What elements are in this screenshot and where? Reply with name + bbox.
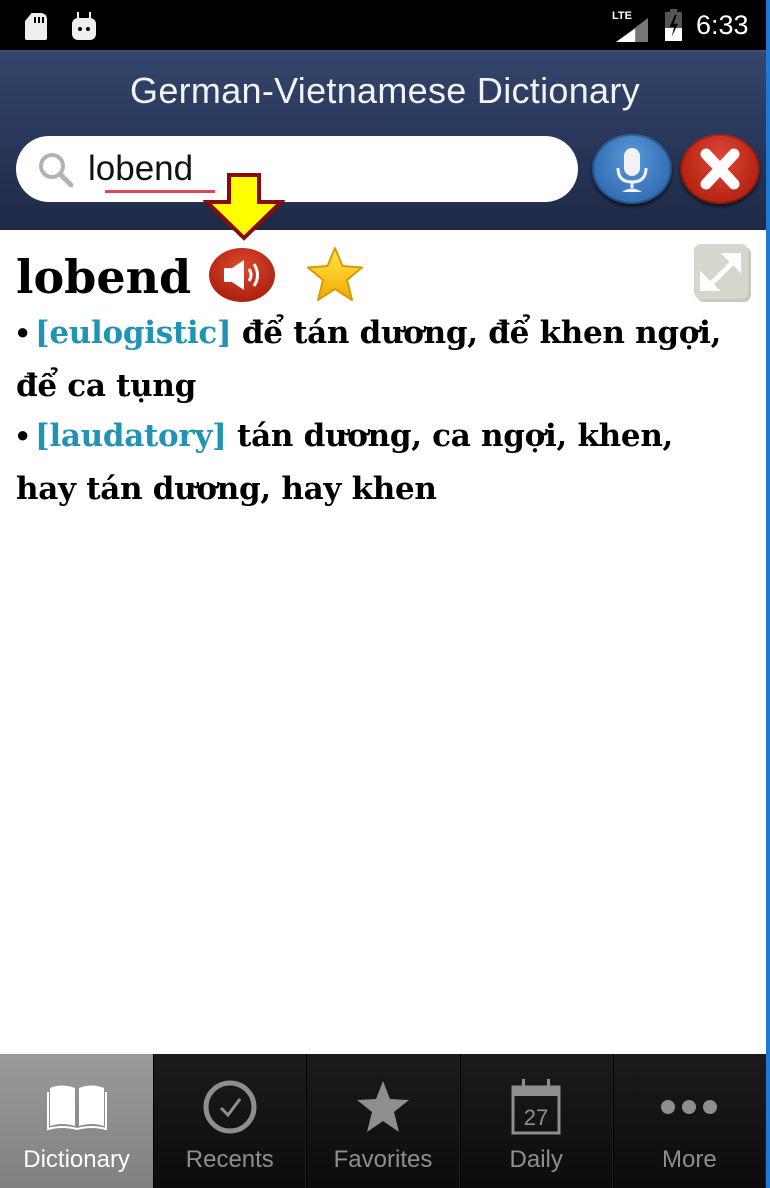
app-screen: LTE 6:33 German-Vietnamese Dictionary lo… xyxy=(0,0,766,1188)
definitions-list: ● [eulogistic] để tán dương, để khen ngợi… xyxy=(16,308,736,514)
clock: 6:33 xyxy=(696,10,749,40)
tab-more[interactable]: More xyxy=(612,1054,766,1188)
bullet: ● xyxy=(16,422,29,447)
tab-label: Daily xyxy=(509,1146,563,1173)
pronounce-button[interactable] xyxy=(208,247,276,303)
spellcheck-underline xyxy=(105,190,215,193)
tab-label: Dictionary xyxy=(23,1146,130,1173)
sd-card-icon xyxy=(25,13,47,40)
tab-label: Favorites xyxy=(333,1146,433,1173)
tab-dictionary[interactable]: Dictionary xyxy=(0,1054,154,1188)
search-box[interactable] xyxy=(16,136,578,202)
tab-label: Recents xyxy=(185,1146,274,1173)
search-icon xyxy=(39,153,74,188)
headword: lobend xyxy=(16,250,192,304)
battery-charging-icon xyxy=(665,9,682,41)
app-header: German-Vietnamese Dictionary xyxy=(0,50,766,230)
book-icon xyxy=(46,1085,107,1131)
android-debug-icon xyxy=(72,10,98,40)
tab-daily[interactable]: 27 Daily xyxy=(459,1054,613,1188)
star-icon xyxy=(356,1081,409,1132)
voice-search-button[interactable] xyxy=(592,134,672,204)
clear-search-button[interactable] xyxy=(680,134,760,204)
definition-item: ● [eulogistic] để tán dương, để khen ngợi… xyxy=(16,308,736,411)
calendar-icon: 27 xyxy=(511,1079,561,1135)
window-edge xyxy=(766,0,770,1188)
app-title: German-Vietnamese Dictionary xyxy=(130,70,640,111)
star-icon xyxy=(307,247,363,301)
close-x-icon xyxy=(700,148,740,190)
annotation-arrow xyxy=(203,173,285,241)
more-dots-icon xyxy=(661,1100,718,1114)
network-type: LTE xyxy=(612,10,632,22)
tab-favorites[interactable]: Favorites xyxy=(306,1054,460,1188)
definition-item: ● [laudatory] tán dương, ca ngợi, khen, h… xyxy=(16,411,736,514)
tab-label: More xyxy=(662,1146,717,1173)
bullet: ● xyxy=(16,319,29,344)
search-input[interactable] xyxy=(88,146,558,192)
lte-signal-icon: LTE xyxy=(612,10,648,42)
clock-check-icon xyxy=(203,1080,257,1134)
fullscreen-button[interactable] xyxy=(693,242,753,304)
microphone-icon xyxy=(616,148,648,192)
favorite-star-button[interactable] xyxy=(304,244,366,306)
part-of-speech-label[interactable]: [eulogistic] xyxy=(35,315,232,351)
tab-recents[interactable]: Recents xyxy=(153,1054,307,1188)
part-of-speech-label[interactable]: [laudatory] xyxy=(35,418,227,454)
status-bar: LTE 6:33 xyxy=(0,0,766,50)
bottom-tab-bar: Dictionary Recents Favorites 27 Daily Mo… xyxy=(0,1054,766,1188)
calendar-day: 27 xyxy=(524,1105,548,1130)
